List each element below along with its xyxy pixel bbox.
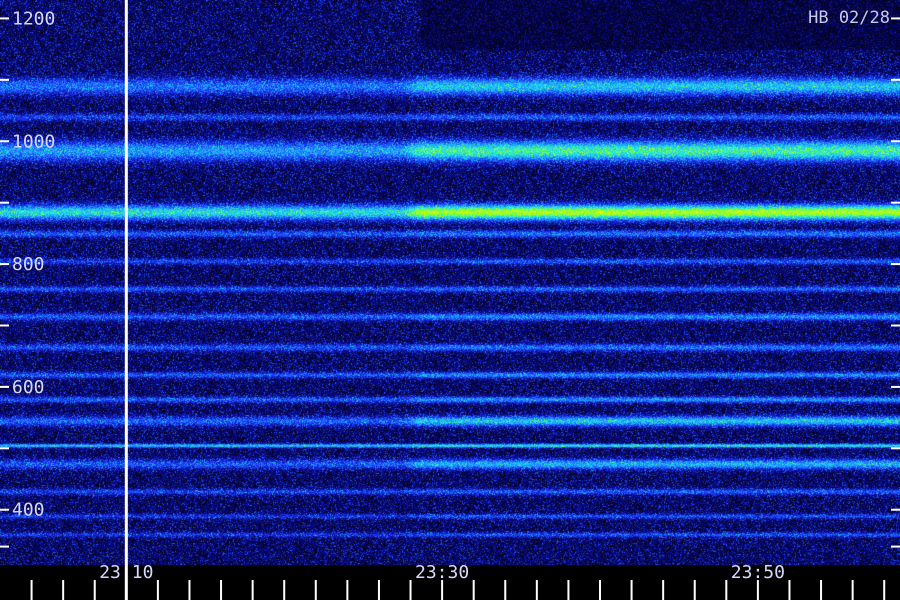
spectrogram-heatmap [0,0,900,565]
heatmap-raster [0,0,900,565]
x-tick-label: 23:30 [415,562,469,583]
y-tick-label: 1200 [12,8,55,29]
y-tick-label: 1000 [12,131,55,152]
x-tick-label: 23:50 [731,562,785,583]
recording-tag: HB 02/28 [808,8,890,28]
y-tick-label: 400 [12,500,45,521]
spectrogram-view: 4006008001000120023:1023:3023:50 HB 02/2… [0,0,900,600]
y-tick-label: 600 [12,377,45,398]
spectrogram-chart: 4006008001000120023:1023:3023:50 HB 02/2… [0,0,900,600]
y-tick-label: 800 [12,254,45,275]
